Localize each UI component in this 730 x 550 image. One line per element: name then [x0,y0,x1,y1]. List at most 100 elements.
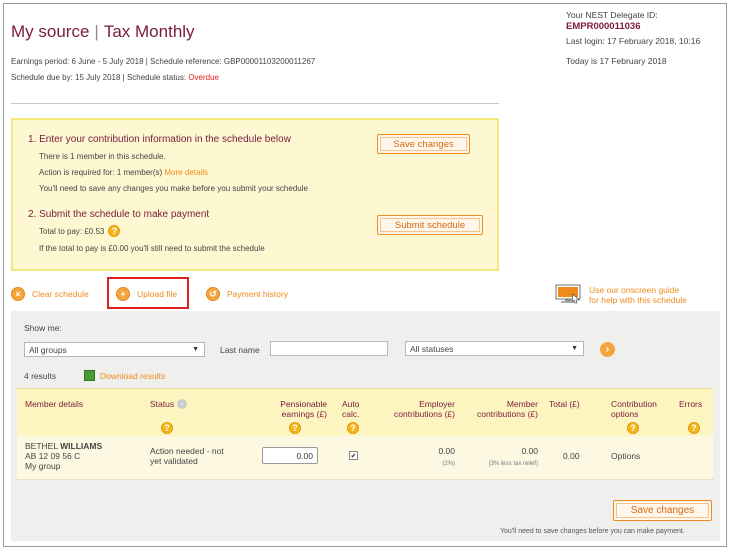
today-date: Today is 17 February 2018 [566,56,667,66]
member-first-name: BETHEL [25,441,58,451]
save-changes-label-bottom: Save changes [616,503,709,518]
col-pensionable-line1: Pensionable [280,399,327,409]
member-status: Action needed - not yet validated [150,446,224,466]
step2-heading: 2. Submit the schedule to make payment [28,209,210,220]
clear-schedule-link[interactable]: × Clear schedule [11,287,89,301]
page-title-main: My source [11,22,90,41]
step1-heading: 1. Enter your contribution information i… [28,134,291,145]
total-to-pay: Total to pay: £0.53 [39,226,105,236]
help-question-icon[interactable]: ? [108,225,121,237]
payment-history-label: Payment history [227,289,288,299]
col-pensionable-line2: earnings (£) [281,409,327,419]
options-help-icon[interactable]: ? [627,422,639,434]
member-value: 0.00 [521,446,538,456]
step1-members: There is 1 member in this schedule. [39,152,166,161]
save-changes-button-top[interactable]: Save changes [377,134,470,154]
divider [11,103,499,104]
col-total: Total (£) [549,399,580,409]
errors-help-icon[interactable]: ? [688,422,700,434]
col-status[interactable]: Status ⌄ [150,399,188,409]
pensionable-earnings-input[interactable]: 0.00 [262,447,318,464]
upload-highlight-box [107,277,189,309]
col-employer-line1: Employer [419,399,455,409]
col-auto-line2: calc. [342,409,360,419]
member-contribution: 0.00 (3% less tax relief) [463,446,538,469]
results-count: 4 results [24,371,57,381]
show-me-label: Show me: [24,323,62,333]
step1-save-note: You'll need to save any changes you make… [39,184,308,193]
schedule-status: Overdue [188,73,219,82]
col-member-contrib: Member contributions (£) [462,399,538,419]
delegate-id: EMPR000011036 [566,21,641,32]
col-options-line1: Contribution [611,399,657,409]
download-results-link[interactable]: Download results [84,370,165,381]
col-options-line2: options [611,409,639,419]
more-details-link[interactable]: More details [164,168,208,177]
col-member-line1: Member [506,399,538,409]
chevron-down-icon: ▼ [192,346,199,353]
pensionable-help-icon[interactable]: ? [289,422,301,434]
member-status-line1: Action needed - not [150,446,224,456]
onscreen-guide-link[interactable]: Use our onscreen guide for help with thi… [589,285,687,305]
table-header: Member details Status ⌄ ? Pensionable ear… [17,388,713,436]
col-options: Contribution options [611,399,657,419]
member-note: (3% less tax relief) [488,461,538,467]
chevron-down-icon: ▼ [571,345,578,352]
clear-schedule-label: Clear schedule [32,289,89,299]
guide-line2: for help with this schedule [589,295,687,305]
member-name: BETHEL WILLIAMS [25,441,102,451]
account-info: Your NEST Delegate ID: EMPR000011036 Las… [566,9,700,67]
zero-total-note: If the total to pay is £0.00 you'll stil… [39,244,265,253]
go-arrow-button[interactable]: › [600,342,615,357]
page-title-sub: Tax Monthly [103,22,195,41]
status-select-value: All statuses [410,343,454,354]
auto-calc-help-icon[interactable]: ? [347,422,359,434]
action-required-text: Action is required for: 1 member(s) [39,168,163,177]
status-help-icon[interactable]: ? [161,422,173,434]
employer-note: (2%) [442,461,455,467]
last-login: Last login: 17 February 2018, 10:16 [566,36,701,46]
table-row: BETHEL WILLIAMS AB 12 09 56 C My group A… [17,436,713,480]
spreadsheet-icon [84,370,95,381]
col-auto-line1: Auto [342,399,360,409]
guide-line1: Use our onscreen guide [589,285,680,295]
save-changes-button-bottom[interactable]: Save changes [613,500,712,521]
col-status-label: Status [150,399,175,409]
member-details[interactable]: BETHEL WILLIAMS AB 12 09 56 C My group [25,441,102,471]
col-errors: Errors [679,399,703,409]
col-pensionable: Pensionable earnings (£) [255,399,327,419]
member-status-line2: yet validated [150,456,198,466]
employer-contribution: 0.00 (2%) [397,446,455,469]
submit-schedule-button[interactable]: Submit schedule [377,215,483,235]
page-title: My source | Tax Monthly [11,22,195,42]
employer-value: 0.00 [438,446,455,456]
schedule-due: Schedule due by: 15 July 2018 | Schedule… [11,73,189,82]
col-member-line2: contributions (£) [477,409,538,419]
history-icon: ↺ [206,287,220,301]
title-separator: | [94,22,99,41]
clear-icon: × [11,287,25,301]
delegate-label: Your NEST Delegate ID: [566,10,658,20]
instructions-box: 1. Enter your contribution information i… [11,118,499,271]
col-employer: Employer contributions (£) [377,399,455,419]
earnings-period: Earnings period: 6 June - 5 July 2018 | … [11,57,316,66]
group-select-value: All groups [29,344,67,355]
monitor-icon[interactable] [555,284,581,304]
save-changes-label-top: Save changes [380,137,467,151]
total-to-pay-line: Total to pay: £0.53? [39,225,121,237]
status-select[interactable]: All statuses ▼ [405,341,584,356]
col-employer-line2: contributions (£) [394,409,455,419]
submit-schedule-label: Submit schedule [380,218,480,232]
auto-calc-checkbox[interactable]: ✔ [349,451,358,460]
step1-action: Action is required for: 1 member(s) More… [39,168,208,177]
save-note-bottom: You'll need to save changes before you c… [500,528,685,535]
group-select[interactable]: All groups ▼ [24,342,205,357]
member-last-name: WILLIAMS [60,441,103,451]
last-name-input[interactable] [270,341,388,356]
last-name-label: Last name [220,345,260,355]
payment-history-link[interactable]: ↺ Payment history [206,287,288,301]
total-value: 0.00 [563,451,580,461]
col-auto-calc: Auto calc. [342,399,360,419]
options-link[interactable]: Options [611,451,640,461]
schedule-due-line: Schedule due by: 15 July 2018 | Schedule… [11,73,219,82]
